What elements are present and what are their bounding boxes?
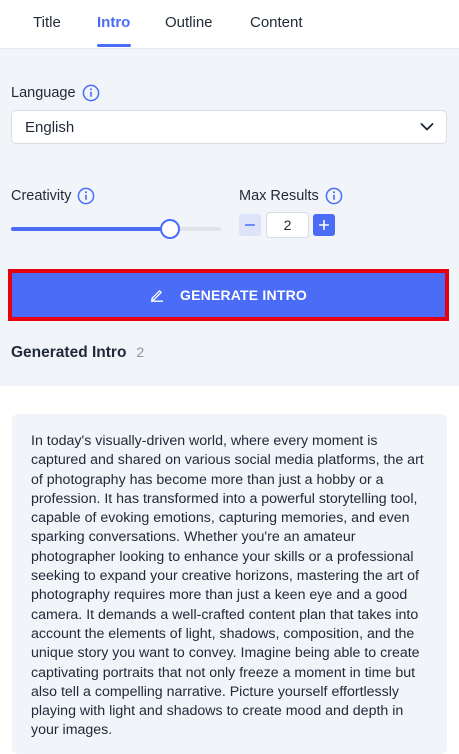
language-label-row: Language (11, 84, 100, 102)
active-tab-indicator (97, 44, 131, 47)
info-icon[interactable] (325, 187, 343, 205)
creativity-slider[interactable] (11, 219, 221, 239)
plus-icon (319, 220, 329, 230)
info-icon[interactable] (82, 84, 100, 102)
creativity-label: Creativity (11, 188, 72, 204)
tab-intro[interactable]: Intro (97, 14, 130, 31)
tab-bar: Title Intro Outline Content (0, 0, 459, 49)
generated-intro-count: 2 (136, 344, 145, 360)
language-label: Language (11, 85, 76, 101)
tab-outline[interactable]: Outline (165, 14, 213, 31)
generate-intro-label: GENERATE INTRO (180, 287, 307, 303)
generated-intro-title: Generated Intro (11, 344, 127, 361)
chevron-down-icon (420, 123, 434, 131)
info-icon[interactable] (77, 187, 95, 205)
minus-icon (245, 224, 255, 226)
language-select-value: English (25, 119, 75, 136)
max-results-label-row: Max Results (239, 187, 343, 205)
generated-intro-text: In today's visually-driven world, where … (31, 433, 424, 739)
creativity-slider-fill (11, 227, 169, 231)
generate-intro-button[interactable]: GENERATE INTRO (12, 273, 445, 317)
creativity-label-row: Creativity (11, 187, 95, 205)
tab-content[interactable]: Content (250, 14, 303, 31)
language-select[interactable]: English (11, 110, 447, 144)
max-results-label: Max Results (239, 188, 319, 204)
settings-panel: Language English Creativity Max Results (0, 49, 459, 386)
decrement-button[interactable] (239, 214, 261, 236)
generated-intro-heading: Generated Intro 2 (11, 344, 144, 362)
max-results-input[interactable]: 2 (266, 212, 309, 238)
creativity-slider-thumb[interactable] (159, 219, 180, 239)
generated-intro-card[interactable]: In today's visually-driven world, where … (12, 414, 447, 754)
increment-button[interactable] (313, 214, 335, 236)
pencil-icon (150, 290, 164, 302)
tab-title[interactable]: Title (33, 14, 61, 31)
